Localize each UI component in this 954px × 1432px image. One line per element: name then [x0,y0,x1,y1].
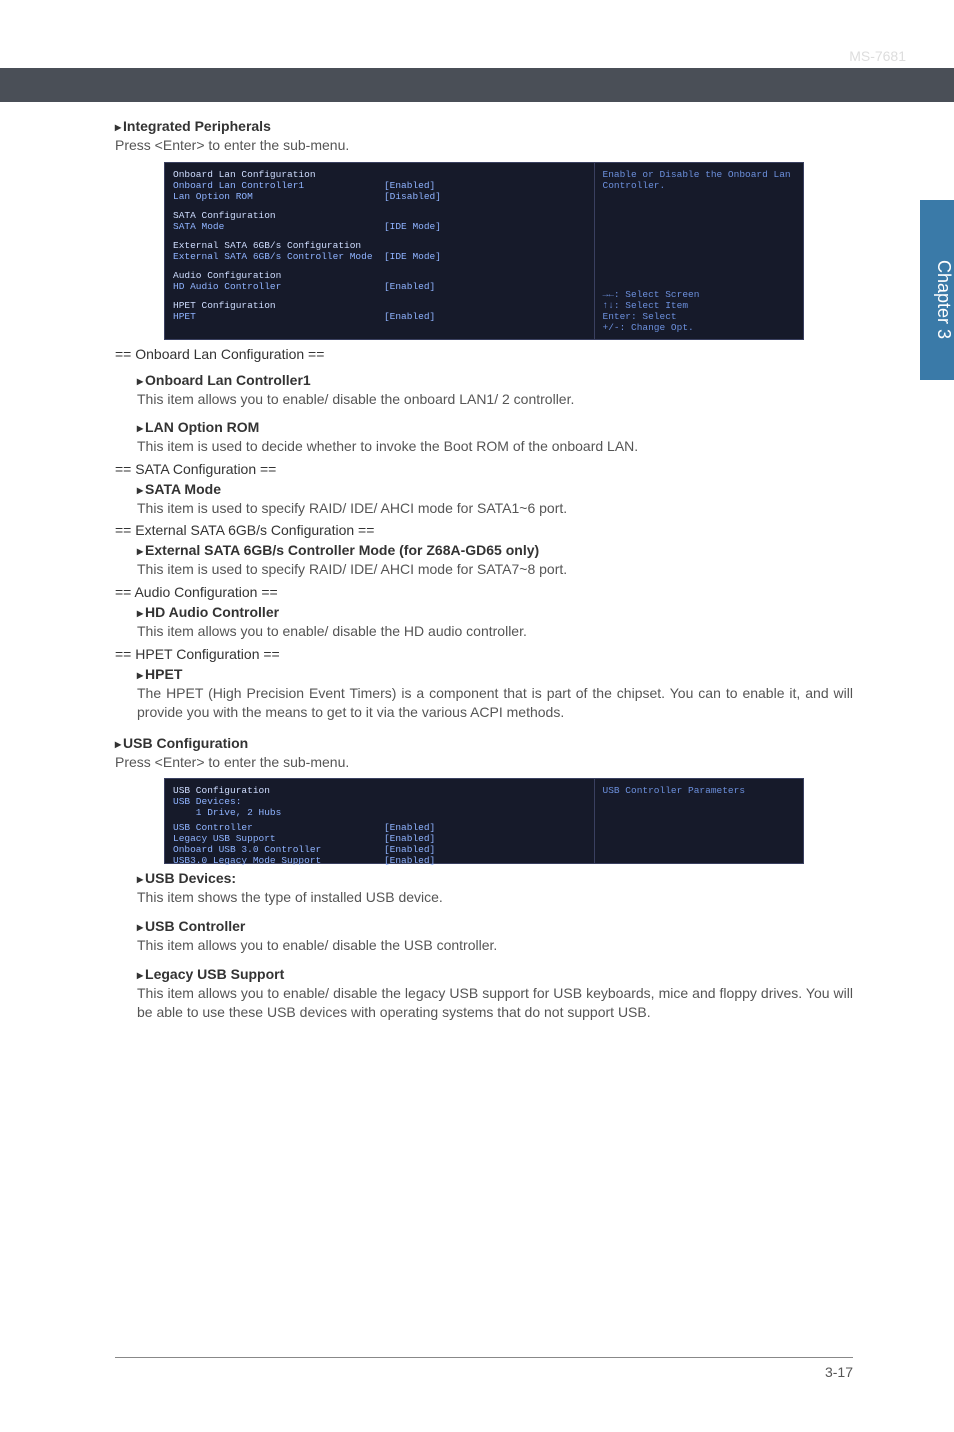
legacy-usb-heading: Legacy USB Support [137,966,853,982]
onboard-lan-controller1-desc: This item allows you to enable/ disable … [137,390,853,410]
ext-sata-ctrl-desc: This item is used to specify RAID/ IDE/ … [137,560,853,580]
hd-audio-desc: This item allows you to enable/ disable … [137,622,853,642]
page-number: 3-17 [825,1364,853,1380]
onboard-lan-config-head: == Onboard Lan Configuration == [115,346,853,362]
hpet-desc: The HPET (High Precision Event Timers) i… [137,684,853,723]
onboard-lan-controller1-heading: Onboard Lan Controller1 [137,372,853,388]
bios2-row: USB3.0 Legacy Mode Support [Enabled] [173,855,586,866]
bios2-subtitle: USB Devices: [173,796,586,807]
bios1-help-top: Enable or Disable the Onboard Lan Contro… [603,169,796,191]
usb-config-heading: USB Configuration [115,735,853,751]
chapter-tab: Chapter 3 [920,200,954,380]
header-band: MS-7681 [0,68,954,102]
bios1-help-nav: →←: Select Screen ↑↓: Select Item Enter:… [603,289,796,333]
sata-mode-desc: This item is used to specify RAID/ IDE/ … [137,499,853,519]
bios1-grp1-title: SATA Configuration [173,210,586,221]
bios1-row: HD Audio Controller [Enabled] [173,281,586,292]
ext-sata-ctrl-heading: External SATA 6GB/s Controller Mode (for… [137,542,853,558]
bios2-help-text: USB Controller Parameters [603,785,796,796]
bios1-grp3-title: Audio Configuration [173,270,586,281]
bios1-grp4-title: HPET Configuration [173,300,586,311]
bios1-row: SATA Mode [IDE Mode] [173,221,586,232]
bios1-grp2-title: External SATA 6GB/s Configuration [173,240,586,251]
integrated-peripherals-press: Press <Enter> to enter the sub-menu. [115,136,853,156]
usb-devices-heading: USB Devices: [137,870,853,886]
bios2-row: Legacy USB Support [Enabled] [173,833,586,844]
bios2-left: USB Configuration USB Devices: 1 Drive, … [165,779,594,863]
bios1-help: Enable or Disable the Onboard Lan Contro… [594,163,804,339]
page-content: Integrated Peripherals Press <Enter> to … [115,118,853,1023]
bios2-row: USB Controller [Enabled] [173,822,586,833]
bios2-row: Onboard USB 3.0 Controller [Enabled] [173,844,586,855]
section-integrated-peripherals: Integrated Peripherals Press <Enter> to … [115,118,853,156]
bios1-row: HPET [Enabled] [173,311,586,322]
bios-screenshot-1: Onboard Lan Configuration Onboard Lan Co… [164,162,804,340]
hpet-heading: HPET [137,666,853,682]
integrated-peripherals-heading: Integrated Peripherals [115,118,853,134]
hpet-config-head: == HPET Configuration == [115,646,853,662]
model-label: MS-7681 [849,48,906,64]
bios2-title: USB Configuration [173,785,586,796]
bios1-left: Onboard Lan Configuration Onboard Lan Co… [165,163,594,339]
sata-config-head: == SATA Configuration == [115,461,853,477]
usb-controller-heading: USB Controller [137,918,853,934]
page-footer: 3-17 [115,1357,853,1380]
sata-mode-heading: SATA Mode [137,481,853,497]
bios2-subtitle2: 1 Drive, 2 Hubs [173,807,586,818]
bios1-row: Lan Option ROM [Disabled] [173,191,586,202]
bios1-row: External SATA 6GB/s Controller Mode [IDE… [173,251,586,262]
usb-devices-desc: This item shows the type of installed US… [137,888,853,908]
hd-audio-heading: HD Audio Controller [137,604,853,620]
bios-screenshot-2: USB Configuration USB Devices: 1 Drive, … [164,778,804,864]
lan-option-rom-heading: LAN Option ROM [137,419,853,435]
usb-controller-desc: This item allows you to enable/ disable … [137,936,853,956]
audio-config-head: == Audio Configuration == [115,584,853,600]
bios1-grp0-title: Onboard Lan Configuration [173,169,586,180]
legacy-usb-desc: This item allows you to enable/ disable … [137,984,853,1023]
lan-option-rom-desc: This item is used to decide whether to i… [137,437,853,457]
section-usb-config: USB Configuration Press <Enter> to enter… [115,735,853,773]
bios2-help: USB Controller Parameters [594,779,804,863]
ext-sata-config-head: == External SATA 6GB/s Configuration == [115,522,853,538]
bios1-row: Onboard Lan Controller1 [Enabled] [173,180,586,191]
usb-config-press: Press <Enter> to enter the sub-menu. [115,753,853,773]
